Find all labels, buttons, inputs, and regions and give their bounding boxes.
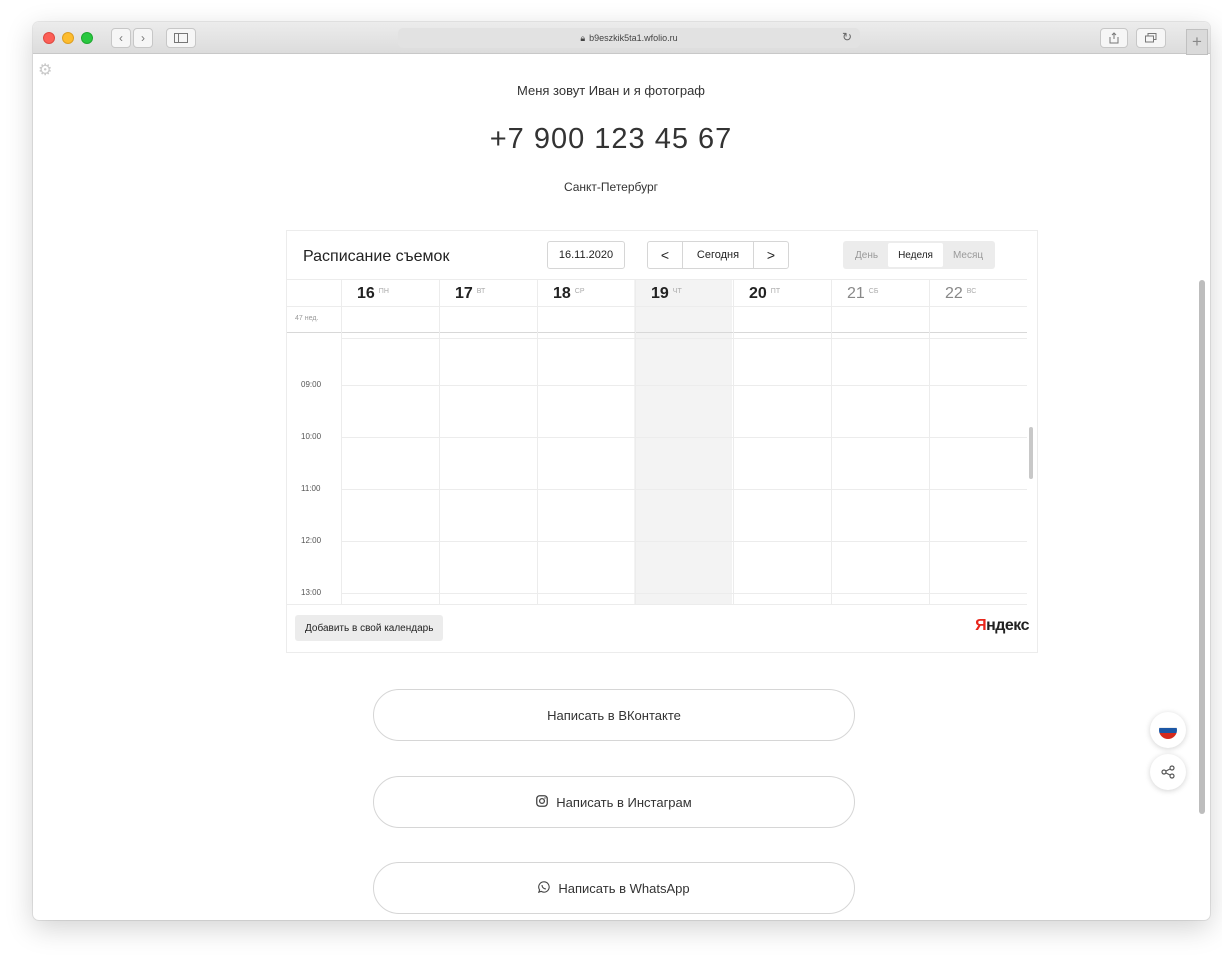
- day-header[interactable]: 19 ЧТ: [635, 280, 733, 307]
- day-number: 16: [357, 285, 375, 302]
- day-header[interactable]: 16 ПН: [341, 280, 439, 307]
- vk-button-label: Написать в ВКонтакте: [547, 707, 681, 723]
- day-of-week: СР: [574, 288, 585, 295]
- address-bar[interactable]: 🔒︎ b9eszkik5ta1.wfolio.ru ↻: [398, 28, 860, 48]
- hour-line: [341, 489, 1027, 490]
- view-day-tab[interactable]: День: [845, 243, 888, 267]
- time-label: 13:00: [301, 588, 322, 597]
- add-to-calendar-button[interactable]: Добавить в свой календарь: [295, 615, 444, 641]
- day-of-week: ПТ: [770, 288, 781, 295]
- day-of-week: ПН: [378, 288, 389, 295]
- instagram-message-button[interactable]: Написать в Инстаграм: [373, 776, 855, 828]
- phone-number: +7 900 123 45 67: [489, 123, 733, 155]
- share-button[interactable]: [1150, 754, 1186, 790]
- tabs-overview-button[interactable]: [1136, 28, 1166, 48]
- view-month-tab[interactable]: Месяц: [943, 243, 993, 267]
- day-header[interactable]: 22 ВС: [929, 280, 1027, 307]
- browser-titlebar: ‹ › 🔒︎ b9eszkik5ta1.wfolio.ru ↻: [33, 22, 1210, 54]
- city-text: Санкт-Петербург: [563, 180, 659, 194]
- yandex-logo[interactable]: Яндекс: [975, 617, 1029, 635]
- day-number: 17: [455, 285, 473, 302]
- view-switcher: День Неделя Месяц: [843, 241, 996, 269]
- intro-text: Меня зовут Иван и я фотограф: [517, 83, 705, 98]
- calendar-scrollbar[interactable]: [1029, 427, 1033, 479]
- maximize-window-button[interactable]: [81, 32, 93, 44]
- yandex-logo-initial: Я: [975, 617, 987, 634]
- vk-message-button[interactable]: Написать в ВКонтакте: [373, 689, 855, 741]
- all-day-row[interactable]: 47 нед.: [287, 307, 1027, 333]
- day-number: 20: [749, 285, 767, 302]
- day-number: 19: [651, 285, 669, 302]
- whatsapp-icon: [538, 880, 551, 896]
- next-week-button[interactable]: >: [754, 242, 788, 268]
- tabs-icon: [1145, 33, 1157, 43]
- sidebar-toggle-button[interactable]: [166, 28, 196, 48]
- view-week-tab[interactable]: Неделя: [888, 243, 943, 267]
- day-of-week: ВТ: [476, 288, 486, 295]
- close-window-button[interactable]: [43, 32, 55, 44]
- hour-line: [341, 593, 1027, 594]
- lock-icon: 🔒︎: [580, 32, 586, 43]
- time-label: 09:00: [301, 380, 322, 389]
- day-number: 18: [553, 285, 571, 302]
- day-number: 21: [847, 285, 865, 302]
- day-of-week: ЧТ: [672, 288, 682, 295]
- day-of-week: СБ: [868, 288, 879, 295]
- hour-line: [341, 437, 1027, 438]
- minimize-window-button[interactable]: [62, 32, 74, 44]
- chevron-left-icon: ‹: [119, 31, 123, 45]
- whatsapp-message-button[interactable]: Написать в WhatsApp: [373, 862, 855, 914]
- sidebar-icon: [174, 33, 188, 43]
- instagram-icon: [536, 794, 549, 810]
- day-number: 22: [945, 285, 963, 302]
- calendar-navigation: < Сегодня >: [647, 241, 789, 269]
- prev-week-button[interactable]: <: [648, 242, 682, 268]
- day-header[interactable]: 17 ВТ: [439, 280, 537, 307]
- hour-line: [341, 385, 1027, 386]
- chevron-right-icon: ›: [141, 31, 145, 45]
- hour-line: [341, 338, 1027, 339]
- back-button[interactable]: ‹: [111, 28, 131, 48]
- time-label: 11:00: [301, 484, 321, 493]
- new-tab-button[interactable]: +: [1186, 29, 1208, 55]
- time-grid[interactable]: 09:00 10:00 11:00 12:00 13:00: [287, 333, 1027, 605]
- day-header[interactable]: 20 ПТ: [733, 280, 831, 307]
- today-button[interactable]: Сегодня: [682, 242, 754, 268]
- instagram-button-label: Написать в Инстаграм: [556, 794, 692, 810]
- schedule-calendar: Расписание съемок 16.11.2020 < Сегодня >…: [286, 230, 1038, 653]
- share-icon: [1109, 32, 1119, 44]
- flag-stripe-red: [1159, 733, 1177, 739]
- flag-stripe-white: [1159, 721, 1177, 728]
- time-label: 12:00: [301, 536, 322, 545]
- gear-icon[interactable]: ⚙︎: [38, 60, 56, 79]
- day-header[interactable]: 18 СР: [537, 280, 635, 307]
- reload-icon[interactable]: ↻: [842, 30, 852, 44]
- days-header: 16 ПН 17 ВТ 18 СР 19 ЧТ 20 ПТ 21 СБ 22 ВС: [287, 279, 1027, 307]
- calendar-title: Расписание съемок: [303, 248, 450, 265]
- day-of-week: ВС: [966, 288, 977, 295]
- russian-flag-icon: [1159, 721, 1177, 739]
- whatsapp-button-label: Написать в WhatsApp: [558, 880, 690, 896]
- page-scrollbar[interactable]: [1199, 280, 1205, 814]
- share-browser-button[interactable]: [1100, 28, 1128, 48]
- url-text: b9eszkik5ta1.wfolio.ru: [589, 33, 678, 43]
- forward-button[interactable]: ›: [133, 28, 153, 48]
- share-icon: [1161, 765, 1175, 779]
- day-header[interactable]: 21 СБ: [831, 280, 929, 307]
- yandex-logo-rest: ндекс: [986, 617, 1029, 634]
- language-button[interactable]: [1150, 712, 1186, 748]
- time-label: 10:00: [301, 432, 322, 441]
- week-number: 47 нед.: [295, 315, 319, 322]
- hour-line: [341, 541, 1027, 542]
- date-picker[interactable]: 16.11.2020: [547, 241, 625, 269]
